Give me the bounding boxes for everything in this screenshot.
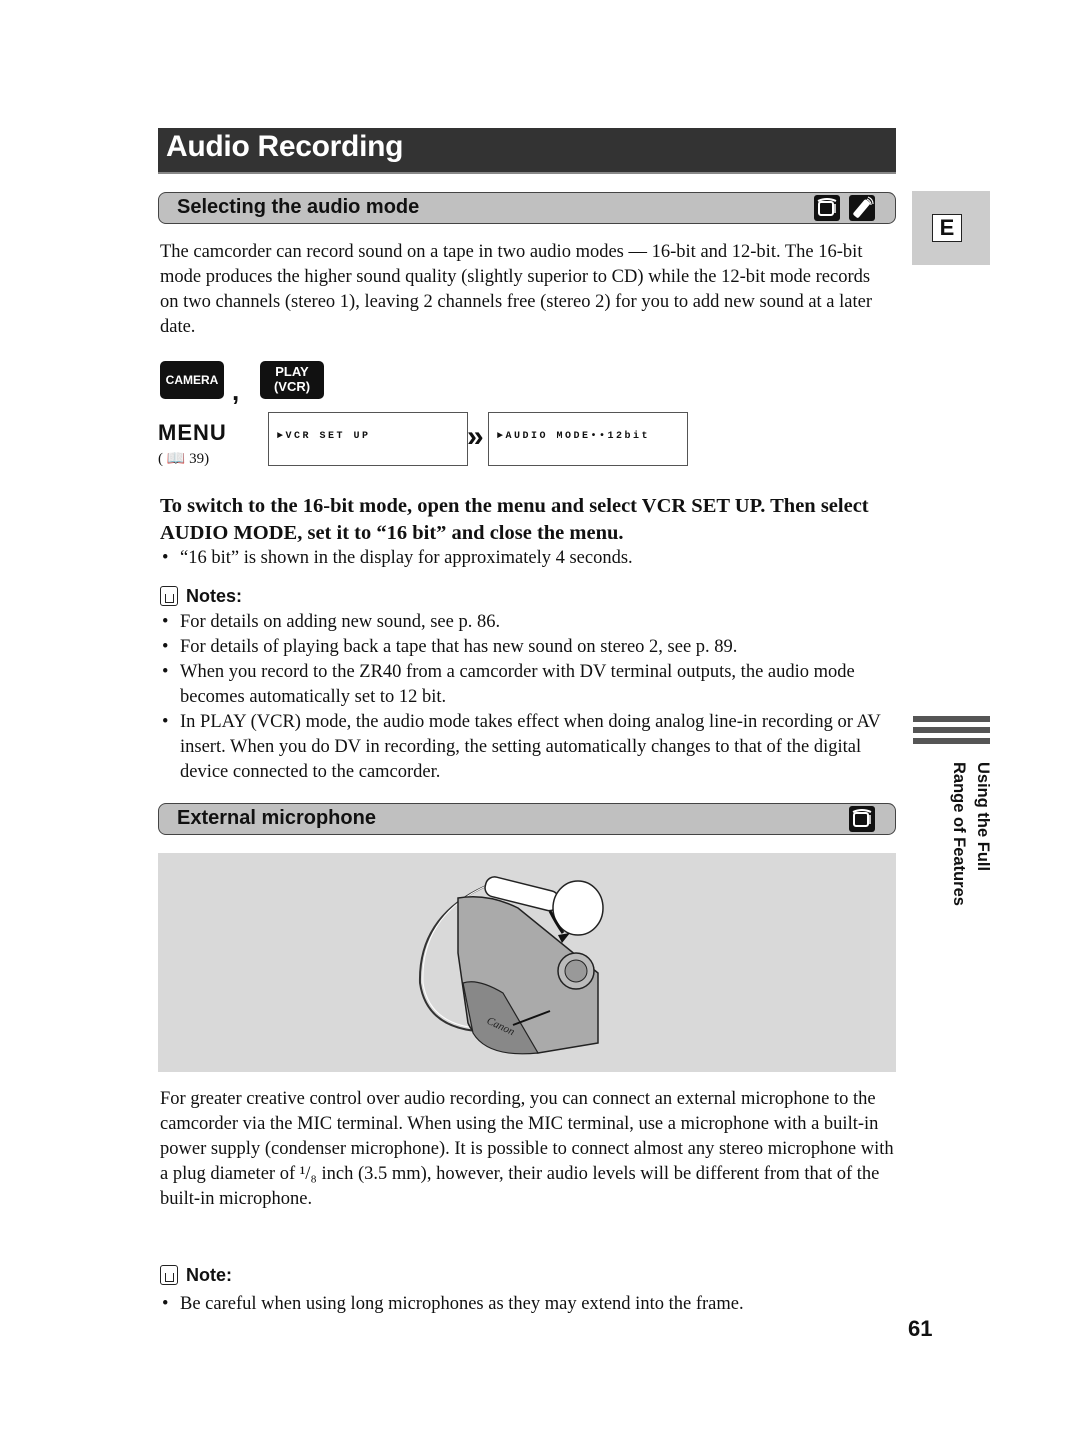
list-item: When you record to the ZR40 from a camco…	[160, 660, 895, 710]
language-tab: E	[912, 191, 990, 265]
page-number: 61	[908, 1316, 933, 1341]
camcorder-with-mic-drawing: Canon	[418, 876, 604, 1055]
chapter-bar	[913, 716, 990, 722]
menu-step-text: ►AUDIO MODE••12bit	[497, 431, 651, 442]
note-heading: Note:	[160, 1265, 232, 1286]
play-label: PLAY	[275, 364, 309, 379]
chapter-label-line2: Range of Features	[950, 762, 968, 906]
list-item: “16 bit” is shown in the display for app…	[160, 546, 895, 571]
list-item: For details on adding new sound, see p. …	[160, 610, 895, 635]
external-mic-illustration: Canon	[158, 853, 896, 1072]
chapter-bar	[913, 738, 990, 744]
instruction-text: To switch to the 16-bit mode, open the m…	[160, 495, 869, 544]
camcorder-icon	[814, 195, 840, 221]
notes-list: For details on adding new sound, see p. …	[160, 610, 895, 785]
camera-mode-button: CAMERA	[160, 361, 224, 399]
chapter-marker	[913, 716, 990, 749]
chapter-label-line1: Using the Full	[974, 762, 992, 872]
note-list: Be careful when using long microphones a…	[160, 1292, 895, 1317]
camcorder-icon	[849, 806, 875, 832]
play-vcr-mode-button: PLAY (VCR)	[260, 361, 324, 399]
menu-page-ref: ( 📖 39)	[158, 451, 210, 467]
section-heading: Selecting the audio mode	[177, 196, 420, 218]
menu-label: MENU	[158, 420, 227, 445]
note-icon	[160, 586, 178, 606]
section-header-audio-mode: Selecting the audio mode	[158, 192, 896, 224]
language-tab-letter: E	[932, 214, 962, 242]
list-item: For details of playing back a tape that …	[160, 635, 895, 660]
page-title-bar: Audio Recording	[158, 128, 896, 174]
menu-arrow-icon: »	[467, 420, 484, 453]
note-icon	[160, 1265, 178, 1285]
chapter-label: Using the Full Range of Features	[915, 762, 995, 942]
section-header-external-mic: External microphone	[158, 803, 896, 835]
menu-step-vcr-setup: ►VCR SET UP	[268, 412, 468, 466]
section-heading: External microphone	[177, 807, 376, 829]
instruction-bullets: “16 bit” is shown in the display for app…	[160, 546, 895, 571]
menu-step-audio-mode: ►AUDIO MODE••12bit	[488, 412, 688, 466]
notes-heading-text: Notes:	[186, 586, 243, 606]
list-item: Be careful when using long microphones a…	[160, 1292, 895, 1317]
chapter-bar	[913, 727, 990, 733]
note-heading-text: Note:	[186, 1265, 232, 1285]
external-mic-body: For greater creative control over audio …	[160, 1089, 894, 1209]
audio-mode-intro: The camcorder can record sound on a tape…	[160, 242, 872, 337]
vcr-label: (VCR)	[273, 379, 311, 394]
menu-step-text: ►VCR SET UP	[277, 431, 371, 442]
page-title: Audio Recording	[166, 130, 404, 163]
mode-separator: ,	[232, 376, 240, 406]
wireless-remote-icon	[849, 195, 875, 221]
list-item: In PLAY (VCR) mode, the audio mode takes…	[160, 710, 895, 785]
notes-heading: Notes:	[160, 586, 242, 607]
